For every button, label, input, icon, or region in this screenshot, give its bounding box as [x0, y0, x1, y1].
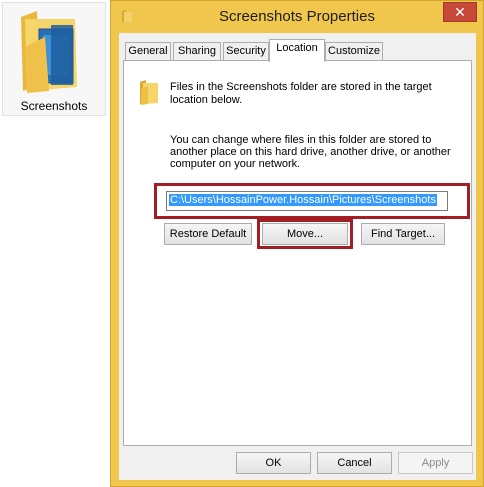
title-bar[interactable]: Screenshots Properties ✕ — [111, 1, 483, 33]
close-button[interactable]: ✕ — [443, 2, 477, 22]
restore-default-button[interactable]: Restore Default — [164, 223, 252, 245]
folder-icon — [140, 80, 158, 105]
location-info-text: Files in the Screenshots folder are stor… — [170, 81, 432, 106]
cancel-button[interactable]: Cancel — [317, 452, 392, 474]
location-description: You can change where files in this folde… — [170, 134, 451, 170]
tab-location[interactable]: Location — [269, 39, 325, 62]
ok-button[interactable]: OK — [236, 452, 311, 474]
move-button[interactable]: Move... — [262, 223, 348, 245]
dialog-title: Screenshots Properties — [219, 8, 375, 25]
location-path-input[interactable]: C:\Users\HossainPower.Hossain\Pictures\S… — [166, 191, 448, 211]
tab-customize[interactable]: Customize — [325, 42, 383, 61]
dialog-client: General Sharing Security Location Custom… — [119, 33, 476, 480]
tab-sharing[interactable]: Sharing — [173, 42, 221, 61]
desktop-folder-item[interactable]: Screenshots — [2, 2, 106, 116]
properties-dialog: Screenshots Properties ✕ General Sharing… — [110, 0, 484, 487]
desktop-folder-label: Screenshots — [20, 99, 88, 113]
tab-security[interactable]: Security — [223, 42, 269, 61]
folder-icon — [21, 11, 77, 93]
location-panel: Files in the Screenshots folder are stor… — [123, 60, 472, 446]
apply-button[interactable]: Apply — [398, 452, 473, 474]
tab-general[interactable]: General — [125, 42, 171, 61]
path-selected-text: C:\Users\HossainPower.Hossain\Pictures\S… — [169, 194, 437, 206]
find-target-button[interactable]: Find Target... — [361, 223, 445, 245]
